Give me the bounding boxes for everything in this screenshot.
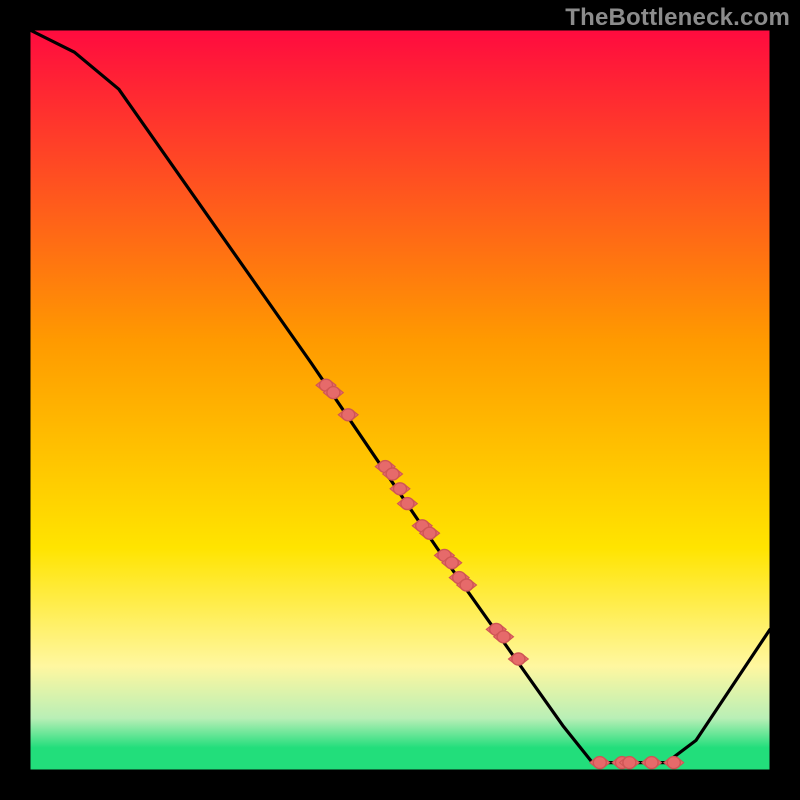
watermark-label: TheBottleneck.com [565, 4, 790, 32]
bottleneck-plot [0, 0, 800, 800]
chart-stage: TheBottleneck.com [0, 0, 800, 800]
